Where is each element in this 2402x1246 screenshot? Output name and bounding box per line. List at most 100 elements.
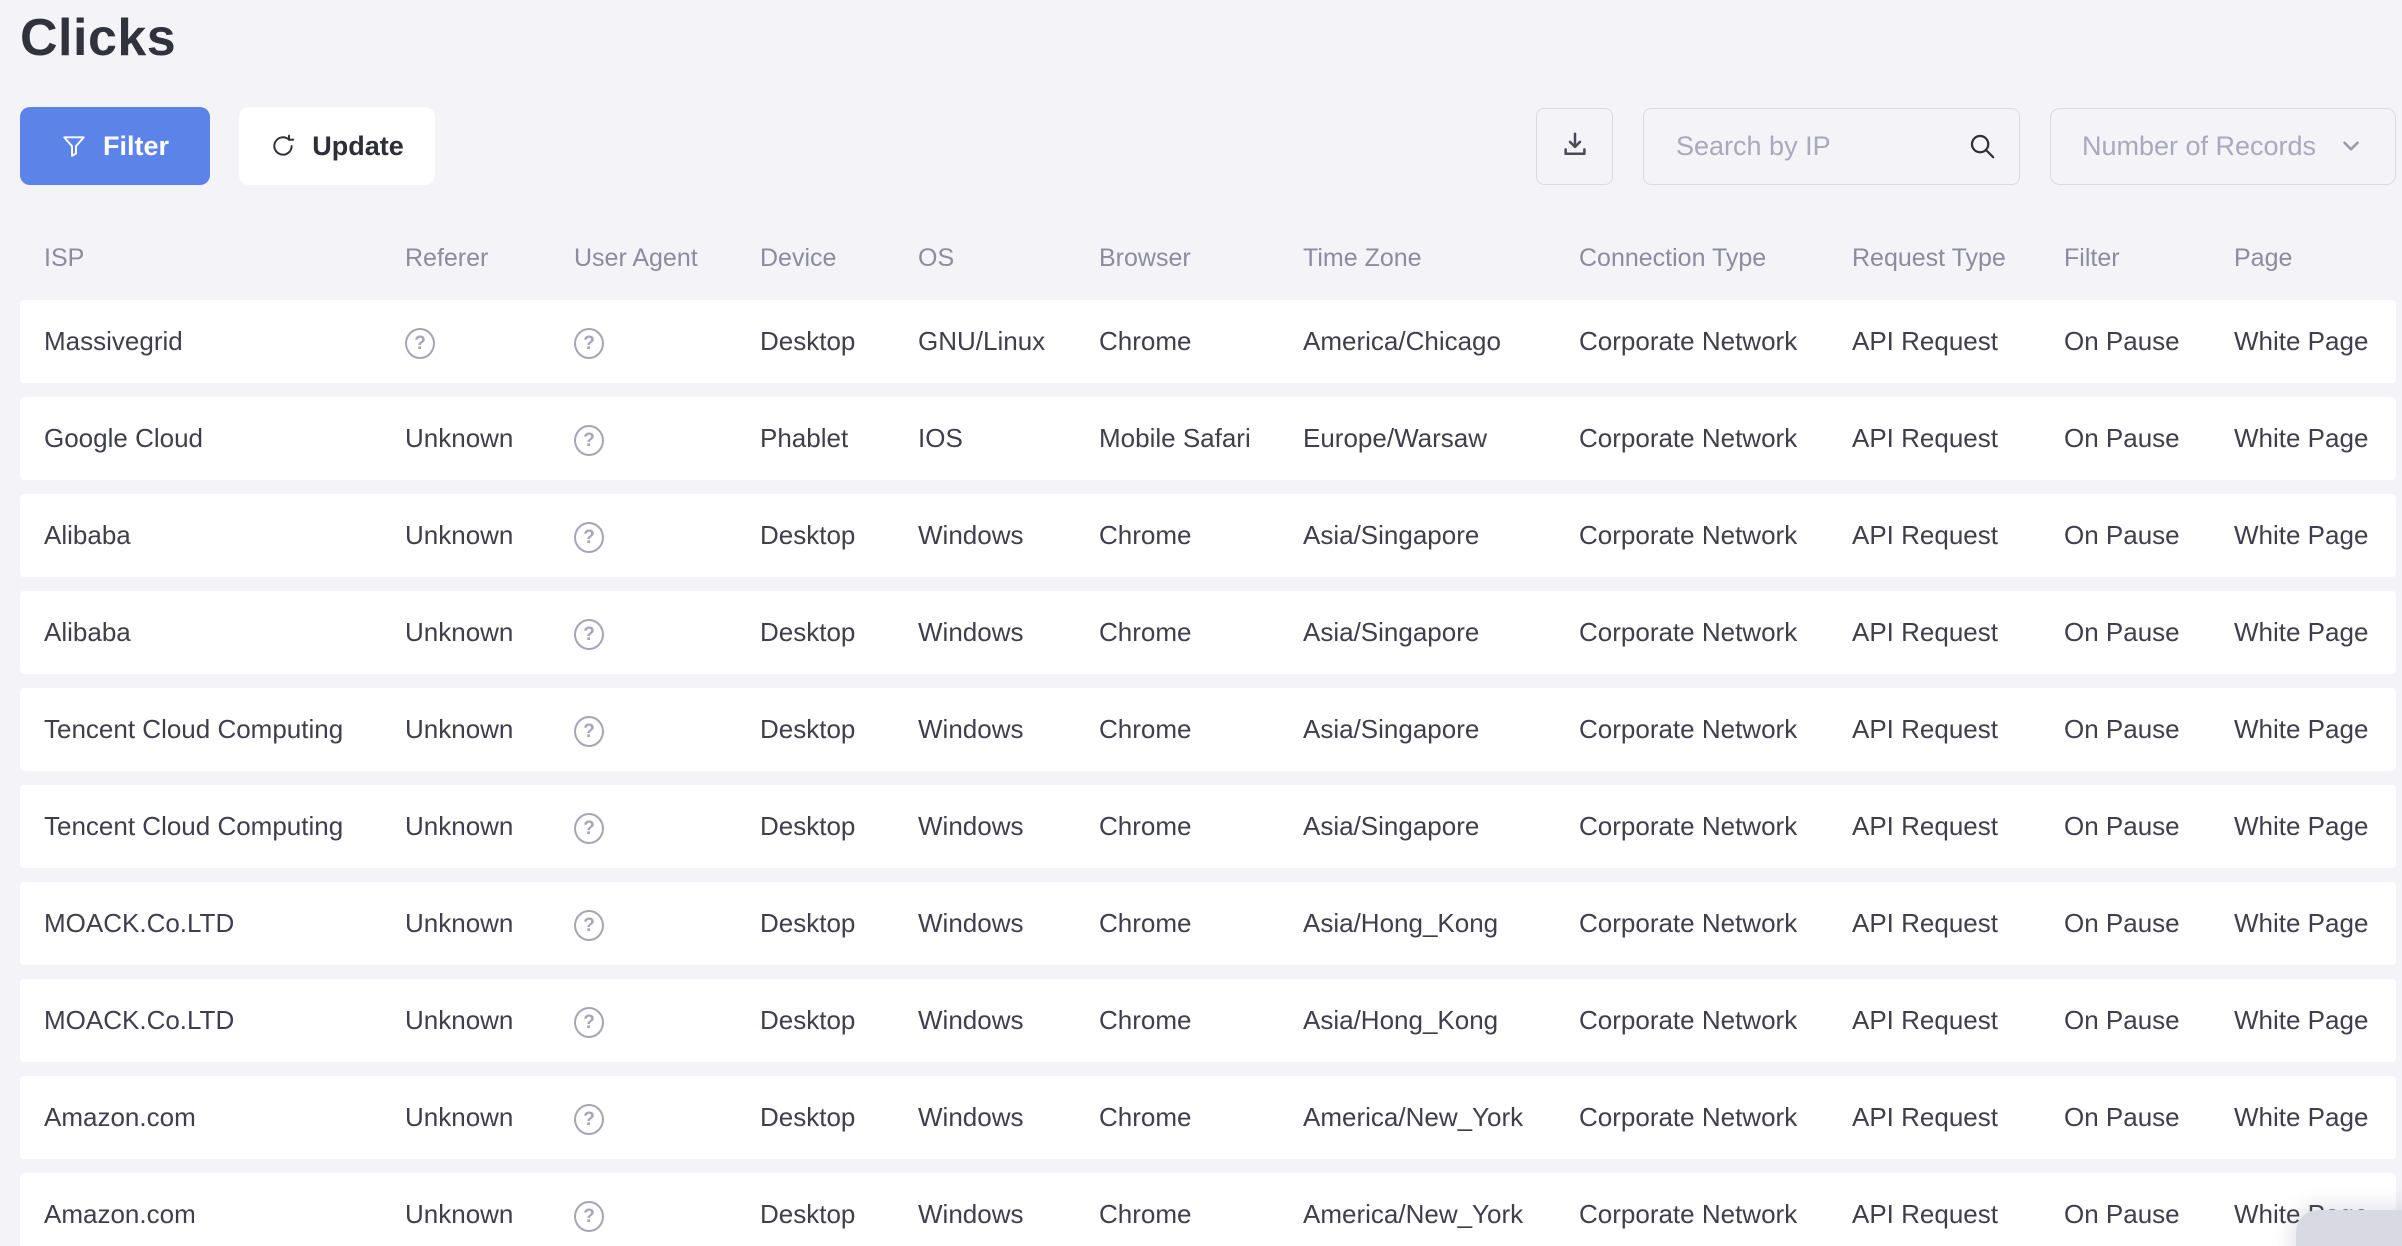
column-header-referer: Referer [405,244,574,273]
cell-os: Windows [918,1102,1099,1133]
column-header-time-zone: Time Zone [1303,244,1579,273]
search-box [1643,108,2020,185]
cell-time-zone: Europe/Warsaw [1303,423,1579,454]
cell-request-type: API Request [1852,423,2064,454]
question-mark-icon[interactable]: ? [574,716,604,747]
cell-user-agent: ? [574,1101,760,1135]
column-header-connection-type: Connection Type [1579,244,1852,273]
cell-isp: Alibaba [44,617,405,648]
cell-os: Windows [918,520,1099,551]
column-header-os: OS [918,244,1099,273]
cell-request-type: API Request [1852,811,2064,842]
question-mark-icon[interactable]: ? [574,619,604,650]
cell-device: Desktop [760,326,918,357]
cell-device: Desktop [760,908,918,939]
cell-connection-type: Corporate Network [1579,520,1852,551]
question-mark-icon[interactable]: ? [574,813,604,844]
question-mark-icon[interactable]: ? [574,910,604,941]
cell-time-zone: Asia/Singapore [1303,714,1579,745]
cell-browser: Chrome [1099,326,1303,357]
cell-page: White Page [2234,423,2396,454]
funnel-icon [61,133,87,159]
cell-browser: Mobile Safari [1099,423,1303,454]
question-mark-icon[interactable]: ? [574,328,604,359]
cell-referer: Unknown [405,617,574,648]
table-row: Massivegrid ? ? Desktop GNU/Linux Chrome… [20,300,2396,383]
search-input[interactable] [1644,109,2019,184]
cell-connection-type: Corporate Network [1579,1005,1852,1036]
number-of-records-dropdown[interactable]: Number of Records [2050,108,2396,185]
question-mark-icon[interactable]: ? [574,1201,604,1232]
table-row: Amazon.com Unknown ? Desktop Windows Chr… [20,1076,2396,1159]
column-header-device: Device [760,244,918,273]
cell-os: Windows [918,811,1099,842]
cell-connection-type: Corporate Network [1579,423,1852,454]
update-button-label: Update [312,131,404,162]
cell-time-zone: America/Chicago [1303,326,1579,357]
question-mark-icon[interactable]: ? [574,522,604,553]
cell-os: GNU/Linux [918,326,1099,357]
cell-time-zone: Asia/Hong_Kong [1303,908,1579,939]
cell-connection-type: Corporate Network [1579,617,1852,648]
question-mark-icon[interactable]: ? [574,425,604,456]
cell-request-type: API Request [1852,1005,2064,1036]
cell-os: Windows [918,617,1099,648]
cell-browser: Chrome [1099,617,1303,648]
table-row: Google Cloud Unknown ? Phablet IOS Mobil… [20,397,2396,480]
cell-user-agent: ? [574,907,760,941]
table-row: Alibaba Unknown ? Desktop Windows Chrome… [20,591,2396,674]
cell-os: Windows [918,714,1099,745]
cell-filter: On Pause [2064,908,2234,939]
column-header-page: Page [2234,244,2396,273]
filter-button[interactable]: Filter [20,107,210,185]
table-row: Tencent Cloud Computing Unknown ? Deskto… [20,785,2396,868]
cell-filter: On Pause [2064,423,2234,454]
cell-filter: On Pause [2064,1005,2234,1036]
cell-browser: Chrome [1099,714,1303,745]
cell-request-type: API Request [1852,1199,2064,1230]
cell-browser: Chrome [1099,908,1303,939]
cell-connection-type: Corporate Network [1579,714,1852,745]
update-button[interactable]: Update [239,107,435,185]
cell-referer: Unknown [405,1005,574,1036]
cell-browser: Chrome [1099,1005,1303,1036]
cell-os: Windows [918,1005,1099,1036]
cell-referer: Unknown [405,1102,574,1133]
scroll-corner-widget[interactable] [2296,1210,2402,1246]
cell-page: White Page [2234,520,2396,551]
cell-filter: On Pause [2064,520,2234,551]
cell-referer: Unknown [405,811,574,842]
cell-isp: MOACK.Co.LTD [44,908,405,939]
cell-isp: Massivegrid [44,326,405,357]
download-button[interactable] [1536,108,1613,185]
refresh-icon [270,133,296,159]
cell-filter: On Pause [2064,1102,2234,1133]
cell-referer: Unknown [405,520,574,551]
cell-user-agent: ? [574,810,760,844]
cell-time-zone: America/New_York [1303,1199,1579,1230]
cell-device: Desktop [760,714,918,745]
question-mark-icon[interactable]: ? [574,1104,604,1135]
table-header-row: ISP Referer User Agent Device OS Browser… [20,229,2396,287]
filter-button-label: Filter [103,131,169,162]
cell-time-zone: Asia/Hong_Kong [1303,1005,1579,1036]
cell-time-zone: America/New_York [1303,1102,1579,1133]
question-mark-icon[interactable]: ? [405,328,435,359]
cell-connection-type: Corporate Network [1579,1199,1852,1230]
question-mark-icon[interactable]: ? [574,1007,604,1038]
cell-referer: ? [405,325,574,359]
cell-filter: On Pause [2064,617,2234,648]
chevron-down-icon [2338,133,2364,159]
cell-request-type: API Request [1852,326,2064,357]
cell-device: Phablet [760,423,918,454]
cell-os: Windows [918,1199,1099,1230]
cell-isp: Amazon.com [44,1199,405,1230]
cell-time-zone: Asia/Singapore [1303,617,1579,648]
cell-page: White Page [2234,1005,2396,1036]
cell-browser: Chrome [1099,811,1303,842]
search-icon[interactable] [1967,131,1997,161]
cell-connection-type: Corporate Network [1579,1102,1852,1133]
records-dropdown-label: Number of Records [2082,131,2316,162]
cell-filter: On Pause [2064,714,2234,745]
cell-referer: Unknown [405,908,574,939]
